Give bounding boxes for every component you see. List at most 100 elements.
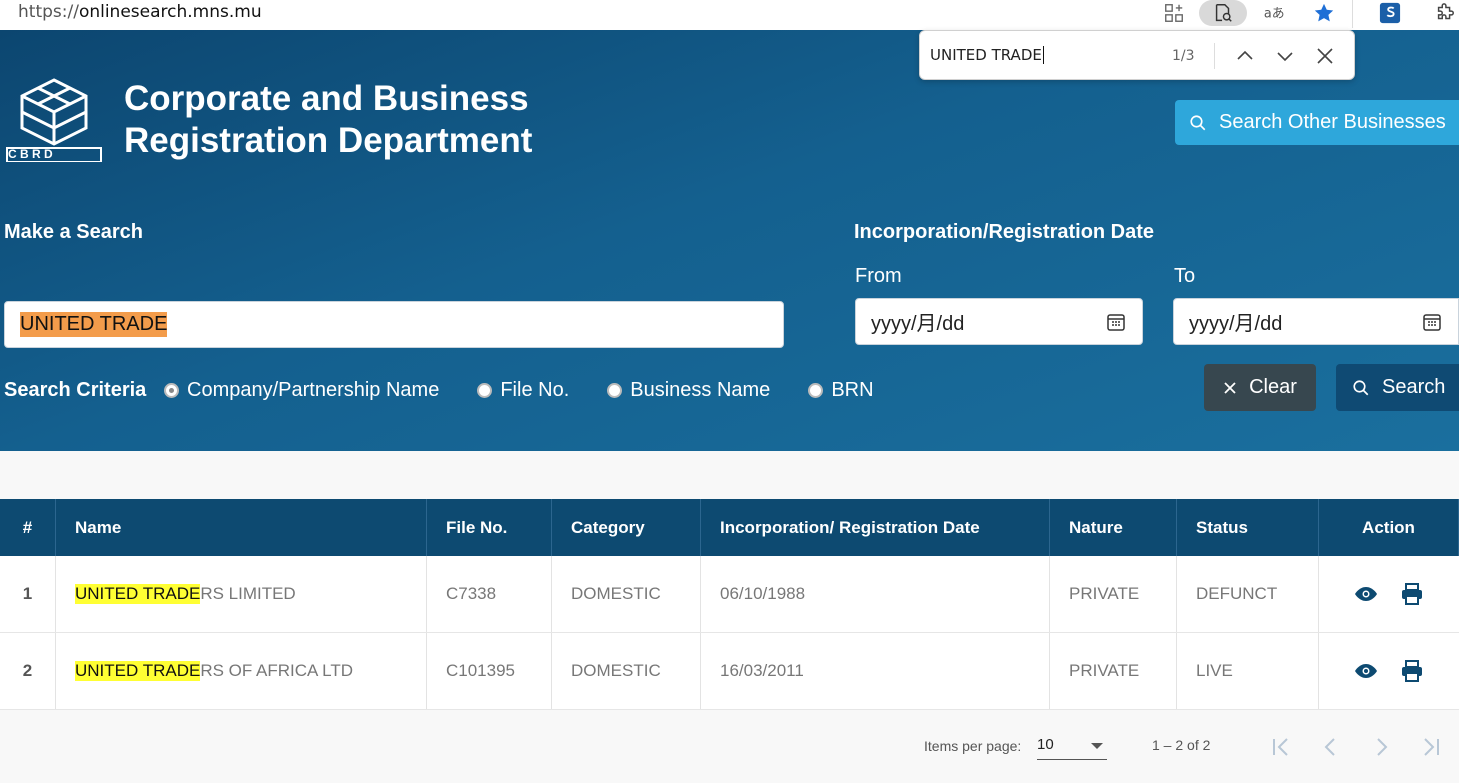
url-host: onlinesearch.mns.mu — [78, 2, 262, 22]
col-header[interactable]: Name — [56, 499, 427, 556]
page-size-select[interactable]: 10 — [1037, 736, 1107, 760]
toolbar-divider — [1352, 0, 1353, 28]
col-header: Action — [1319, 499, 1459, 556]
results-table: # Name File No. Category Incorporation/ … — [0, 499, 1459, 710]
chevron-down-icon[interactable] — [1273, 44, 1297, 68]
print-icon[interactable] — [1400, 582, 1424, 606]
row-number: 1 — [0, 556, 56, 632]
to-label: To — [1174, 265, 1196, 287]
calendar-icon[interactable] — [1422, 312, 1442, 332]
file-no: C101395 — [427, 633, 552, 709]
registration-date: 16/03/2011 — [701, 633, 1050, 709]
app-available-icon[interactable] — [1160, 0, 1188, 26]
url-scheme: https:// — [18, 2, 79, 22]
close-icon[interactable] — [1313, 44, 1337, 68]
clear-label: Clear — [1249, 376, 1297, 398]
col-header[interactable]: Status — [1177, 499, 1319, 556]
file-no: C7338 — [427, 556, 552, 632]
radio-business-name[interactable]: Business Name — [607, 379, 770, 402]
view-eye-icon[interactable] — [1354, 659, 1378, 683]
view-eye-icon[interactable] — [1354, 582, 1378, 606]
name-match: UNITED TRADE — [75, 584, 201, 604]
category: DOMESTIC — [552, 633, 701, 709]
page-range: 1 – 2 of 2 — [1152, 737, 1211, 753]
row-actions — [1319, 556, 1459, 632]
items-per-page-label: Items per page: — [924, 738, 1022, 754]
company-name: UNITED TRADE RS OF AFRICA LTD — [56, 633, 427, 709]
radio-dot[interactable] — [477, 383, 493, 398]
name-rest: RS OF AFRICA LTD — [200, 661, 354, 680]
radio-dot[interactable] — [607, 383, 623, 398]
to-date-value: yyyy/月/dd — [1189, 313, 1283, 335]
col-header[interactable]: Incorporation/ Registration Date — [701, 499, 1050, 556]
category: DOMESTIC — [552, 556, 701, 632]
radio-label: BRN — [831, 379, 874, 401]
to-date-input[interactable]: yyyy/月/dd — [1173, 298, 1459, 345]
make-search-label: Make a Search — [4, 221, 143, 243]
search-button[interactable]: Search — [1336, 364, 1459, 411]
page-title: Corporate and Business Registration Depa… — [124, 78, 532, 162]
registration-date: 06/10/1988 — [701, 556, 1050, 632]
logo-text: C B R D — [8, 147, 53, 161]
search-criteria-radio-group: Company/Partnership Name File No. Busine… — [164, 379, 912, 402]
dropdown-arrow-icon — [1091, 743, 1103, 749]
search-icon — [1353, 379, 1369, 395]
col-header: # — [0, 499, 56, 556]
company-name: UNITED TRADE RS LIMITED — [56, 556, 427, 632]
last-page-icon[interactable] — [1418, 734, 1444, 760]
radio-dot[interactable] — [164, 383, 179, 398]
name-rest: RS LIMITED — [200, 584, 296, 603]
col-header[interactable]: Nature — [1050, 499, 1177, 556]
table-header: # Name File No. Category Incorporation/ … — [0, 499, 1459, 556]
search-input[interactable]: UNITED TRADE — [4, 301, 784, 348]
first-page-icon[interactable] — [1268, 734, 1294, 760]
print-icon[interactable] — [1400, 659, 1424, 683]
find-in-page-icon[interactable] — [1199, 0, 1247, 26]
status: LIVE — [1177, 633, 1319, 709]
search-other-label: Search Other Businesses — [1219, 111, 1446, 133]
address-bar[interactable]: https://onlinesearch.mns.mu — [18, 2, 262, 22]
clear-button[interactable]: Clear — [1204, 364, 1316, 411]
col-header[interactable]: Category — [552, 499, 701, 556]
nature: PRIVATE — [1050, 556, 1177, 632]
next-page-icon[interactable] — [1368, 734, 1394, 760]
calendar-icon[interactable] — [1106, 312, 1126, 332]
paginator: Items per page: 10 1 – 2 of 2 — [0, 710, 1459, 783]
radio-dot[interactable] — [808, 383, 824, 398]
find-divider — [1214, 43, 1215, 69]
title-line-1: Corporate and Business — [124, 79, 529, 118]
col-header[interactable]: File No. — [427, 499, 552, 556]
radio-label: Business Name — [630, 379, 771, 401]
status: DEFUNCT — [1177, 556, 1319, 632]
find-query: UNITED TRADE — [930, 46, 1042, 64]
search-query-text: UNITED TRADE — [20, 312, 168, 337]
from-label: From — [855, 265, 902, 287]
svg-text:aあ: aあ — [1264, 7, 1284, 22]
row-actions — [1319, 633, 1459, 709]
title-line-2: Registration Department — [124, 121, 533, 160]
search-other-businesses-button[interactable]: Search Other Businesses — [1175, 100, 1459, 145]
read-aloud-icon[interactable]: aあ — [1259, 0, 1287, 26]
name-match: UNITED TRADE — [75, 661, 201, 681]
from-date-input[interactable]: yyyy/月/dd — [855, 298, 1143, 345]
chevron-up-icon[interactable] — [1233, 44, 1257, 68]
radio-label: File No. — [500, 379, 570, 401]
extensions-puzzle-icon[interactable] — [1431, 0, 1459, 26]
page-size-value: 10 — [1037, 736, 1054, 753]
find-input[interactable]: UNITED TRADE — [930, 46, 1044, 64]
previous-page-icon[interactable] — [1318, 734, 1344, 760]
find-match-count: 1/3 — [1172, 48, 1195, 64]
radio-file-no[interactable]: File No. — [477, 379, 569, 402]
extension-s-icon[interactable] — [1376, 0, 1404, 26]
search-label: Search — [1382, 376, 1446, 398]
search-icon — [1190, 114, 1206, 130]
row-number: 2 — [0, 633, 56, 709]
close-icon — [1224, 381, 1236, 394]
find-in-page-bar: UNITED TRADE 1/3 — [919, 30, 1355, 80]
spacer — [0, 451, 1459, 499]
from-date-value: yyyy/月/dd — [871, 313, 965, 335]
favorite-star-icon[interactable] — [1310, 0, 1338, 26]
radio-company-name[interactable]: Company/Partnership Name — [164, 379, 439, 402]
radio-brn[interactable]: BRN — [808, 379, 874, 402]
radio-label: Company/Partnership Name — [187, 379, 440, 401]
